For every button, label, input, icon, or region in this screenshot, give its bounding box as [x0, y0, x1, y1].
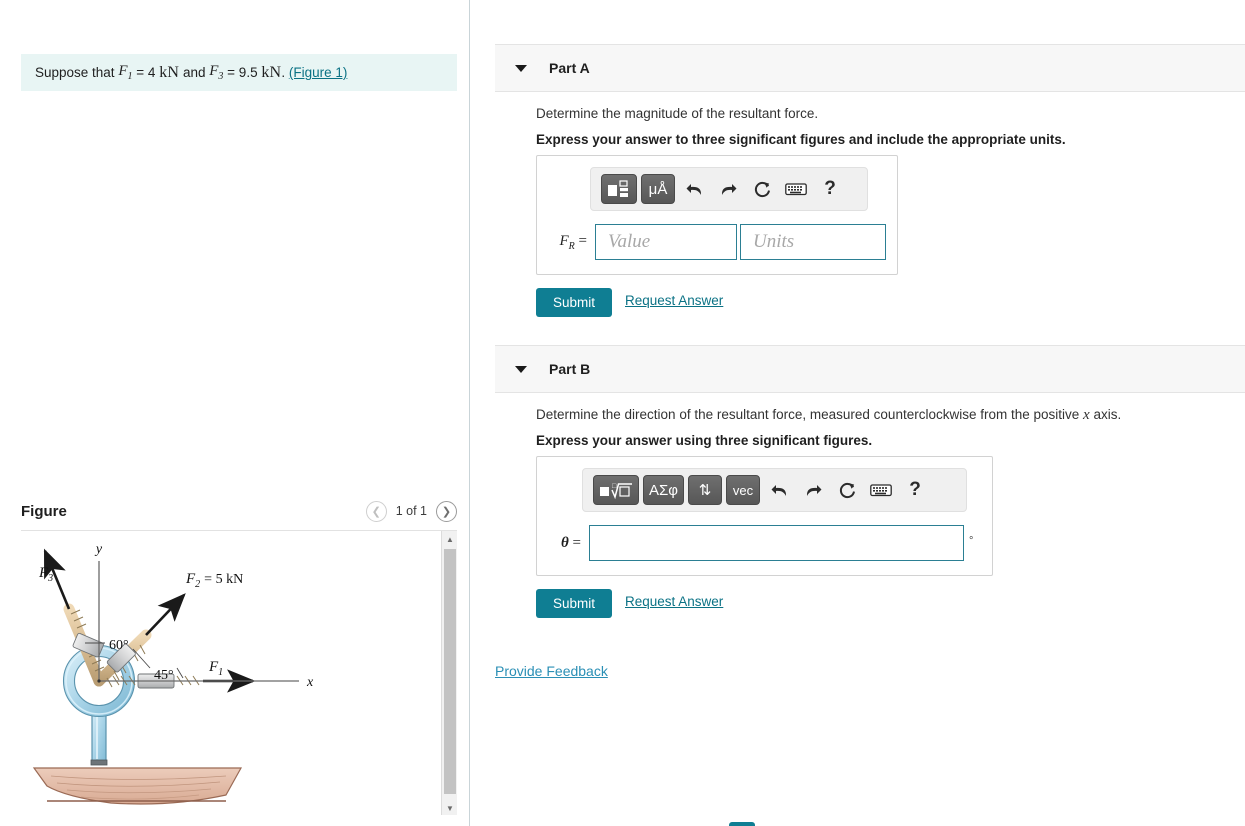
vector-label: vec: [732, 482, 754, 498]
part-b-theta-input[interactable]: [589, 525, 964, 561]
help-icon[interactable]: ?: [900, 475, 930, 505]
angle-60-label: 60°: [109, 638, 129, 653]
angle-45-label: 45°: [154, 668, 174, 683]
part-a-submit-button[interactable]: Submit: [536, 288, 613, 317]
part-a-answer-box: μÅ ? FR = Value Units: [536, 155, 898, 275]
figure-prev-button[interactable]: ❮: [365, 500, 387, 522]
redo-icon[interactable]: [713, 174, 743, 204]
template-button[interactable]: [601, 174, 637, 204]
part-b-math-toolbar: □ ΑΣφ ⇅ vec ?: [582, 468, 967, 512]
part-b-variable-label: θ =: [560, 534, 581, 551]
part-a-header[interactable]: Part A: [495, 44, 1245, 92]
bottom-partial-button[interactable]: [729, 822, 755, 826]
figure-navigation: ❮ 1 of 1 ❯: [365, 500, 457, 522]
arrows-label: ⇅: [698, 482, 712, 499]
reset-icon[interactable]: [747, 174, 777, 204]
part-a-question: Determine the magnitude of the resultant…: [536, 106, 819, 121]
part-b-question: Determine the direction of the resultant…: [536, 407, 1121, 424]
greek-label: ΑΣφ: [649, 481, 679, 499]
chevron-left-icon: ❮: [371, 505, 381, 518]
keyboard-icon[interactable]: [866, 475, 896, 505]
reset-icon[interactable]: [832, 475, 862, 505]
part-a-value-input[interactable]: [595, 224, 737, 260]
redo-icon[interactable]: [798, 475, 828, 505]
caret-down-icon[interactable]: [515, 64, 527, 72]
force-diagram: y x F3 F2 = 5 kN F1 60° 45°: [32, 542, 314, 805]
figure-scrollbar[interactable]: ▲ ▼: [441, 531, 457, 815]
chevron-right-icon: ❯: [441, 505, 452, 518]
undo-icon[interactable]: [764, 475, 794, 505]
part-b-title: Part B: [549, 361, 591, 377]
figure-header: Figure ❮ 1 of 1 ❯: [21, 493, 457, 529]
greek-symbols-button[interactable]: ΑΣφ: [643, 475, 685, 505]
part-a-variable-label: FR =: [559, 232, 588, 252]
f2-label: F2 = 5 kN: [185, 571, 243, 590]
part-a-math-toolbar: μÅ ?: [590, 167, 868, 211]
vector-button[interactable]: vec: [726, 475, 761, 505]
help-icon[interactable]: ?: [815, 174, 845, 204]
figure-counter: 1 of 1: [395, 504, 427, 518]
f1-unit: kN: [159, 63, 180, 81]
f3-unit: kN: [261, 63, 282, 81]
svg-text:□: □: [612, 482, 617, 490]
part-b-request-answer-link[interactable]: Request Answer: [625, 594, 723, 609]
part-b-instruction: Express your answer using three signific…: [536, 433, 873, 448]
part-a-units-input[interactable]: [740, 224, 886, 260]
degree-symbol: °: [969, 535, 974, 547]
undo-icon[interactable]: [679, 174, 709, 204]
conjunction: and: [182, 65, 206, 80]
caret-down-icon[interactable]: [515, 365, 527, 373]
provide-feedback-link[interactable]: Provide Feedback: [495, 663, 608, 679]
left-panel: Suppose that F1 = 4 kN and F3 = 9.5 kN .…: [0, 0, 470, 826]
right-panel: Part A Determine the magnitude of the re…: [471, 0, 1245, 826]
problem-statement: Suppose that F1 = 4 kN and F3 = 9.5 kN .…: [21, 54, 457, 91]
scrollbar-thumb[interactable]: [444, 549, 456, 794]
f1-equation: = 4: [136, 65, 156, 80]
units-button[interactable]: μÅ: [641, 174, 675, 204]
units-label: μÅ: [648, 180, 668, 198]
radical-template-button[interactable]: □: [593, 475, 639, 505]
figure-1-link[interactable]: (Figure 1): [289, 65, 348, 80]
part-b-answer-box: □ ΑΣφ ⇅ vec ? θ =: [536, 456, 993, 576]
template-icon: [608, 180, 628, 197]
part-a-title: Part A: [549, 60, 590, 76]
part-b-question-post: axis.: [1093, 407, 1122, 422]
part-a-input-row: FR =: [547, 224, 897, 260]
radical-template-icon: □: [600, 482, 632, 500]
part-b-question-var: x: [1083, 407, 1090, 423]
f1-label: F1: [208, 659, 223, 678]
figure-title: Figure: [21, 502, 67, 520]
problem-prefix: Suppose that: [35, 65, 115, 80]
period: .: [281, 65, 286, 80]
figure-panel: y x F3 F2 = 5 kN F1 60° 45° ▲ ▼: [21, 530, 457, 815]
scroll-up-arrow-icon[interactable]: ▲: [442, 531, 457, 547]
page-root: Suppose that F1 = 4 kN and F3 = 9.5 kN .…: [0, 0, 1245, 826]
part-b-question-pre: Determine the direction of the resultant…: [536, 407, 1080, 422]
figure-next-button[interactable]: ❯: [436, 500, 457, 522]
part-b-submit-button[interactable]: Submit: [536, 589, 613, 618]
scroll-down-arrow-icon[interactable]: ▼: [442, 800, 457, 815]
part-b-input-row: θ =: [549, 525, 992, 561]
part-a-request-answer-link[interactable]: Request Answer: [625, 293, 723, 308]
keyboard-icon[interactable]: [781, 174, 811, 204]
arrows-button[interactable]: ⇅: [688, 475, 723, 505]
x-axis-label: x: [306, 675, 314, 690]
f1-symbol: F1: [118, 63, 133, 82]
f3-symbol: F3: [209, 63, 224, 82]
f3-equation: = 9.5: [227, 65, 258, 80]
wood-base: [32, 767, 243, 805]
y-axis-label: y: [94, 542, 103, 557]
part-b-header[interactable]: Part B: [495, 345, 1245, 393]
part-a-instruction: Express your answer to three significant…: [536, 132, 1066, 147]
